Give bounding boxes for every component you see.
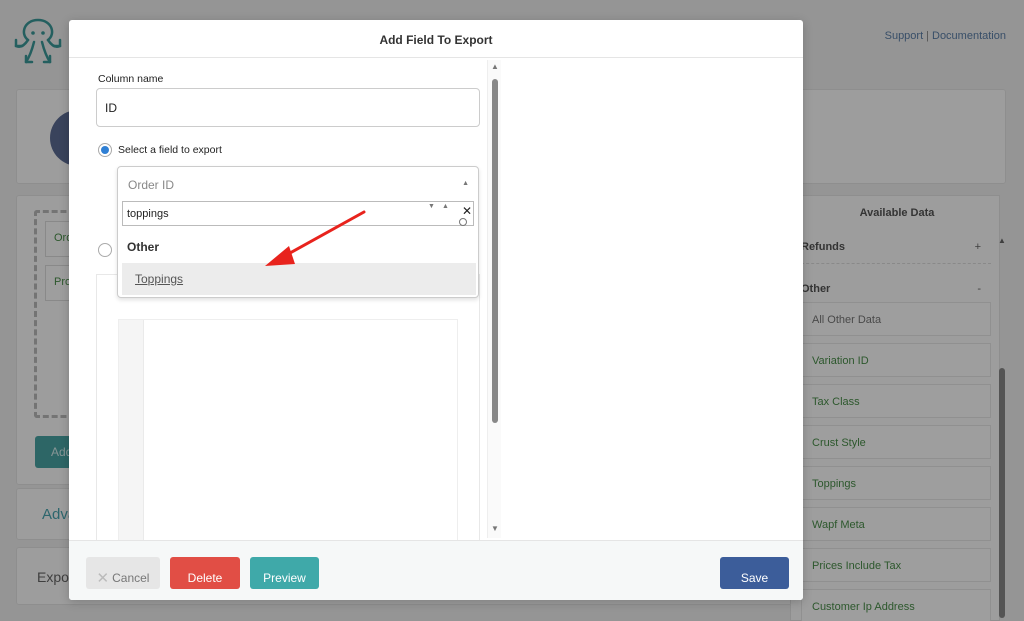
cancel-label: Cancel [112, 570, 150, 585]
scroll-down-icon[interactable]: ▼ [491, 524, 499, 533]
field-select-dropdown[interactable]: Order ID ▲ ▼ ▲ ✕ Other Toppings [117, 166, 479, 298]
select-field-radio[interactable] [98, 143, 112, 157]
caret-up-icon[interactable]: ▲ [462, 180, 469, 187]
search-icon [459, 218, 467, 226]
modal-scrollbar[interactable]: ▲ ▼ [487, 60, 501, 538]
cancel-button[interactable]: ✕ Cancel [86, 557, 160, 589]
close-icon: ✕ [96, 569, 110, 587]
column-name-input[interactable] [96, 88, 480, 127]
scroll-up-icon[interactable]: ▲ [491, 62, 499, 71]
column-name-label: Column name [98, 73, 164, 85]
custom-code-box [96, 274, 480, 541]
custom-field-radio[interactable] [98, 243, 112, 257]
select-field-radio-label[interactable]: Select a field to export [118, 144, 222, 156]
option-label: Toppings [135, 272, 184, 286]
modal-body: Column name Select a field to export ▲ ▼… [69, 58, 803, 541]
modal-footer: ✕ Cancel Delete Preview Save [69, 540, 803, 600]
select-option[interactable]: Toppings [122, 263, 476, 295]
save-button[interactable]: Save [720, 557, 789, 589]
code-editor[interactable] [118, 319, 458, 541]
preview-button[interactable]: Preview [250, 557, 319, 589]
option-group-label: Other [127, 240, 160, 254]
select-search-box: ▼ ▲ ✕ [122, 201, 474, 226]
add-field-modal: Add Field To Export Column name Select a… [69, 20, 803, 600]
search-prev-icon[interactable]: ▲ [442, 203, 449, 210]
delete-button[interactable]: Delete [170, 557, 240, 589]
modal-title: Add Field To Export [69, 20, 803, 58]
scroll-thumb[interactable] [492, 79, 498, 423]
search-next-icon[interactable]: ▼ [428, 203, 435, 210]
clear-search-icon[interactable]: ✕ [462, 205, 472, 217]
select-search-input[interactable] [123, 202, 423, 225]
editor-gutter [119, 320, 144, 541]
select-current-value[interactable]: Order ID [128, 178, 174, 192]
